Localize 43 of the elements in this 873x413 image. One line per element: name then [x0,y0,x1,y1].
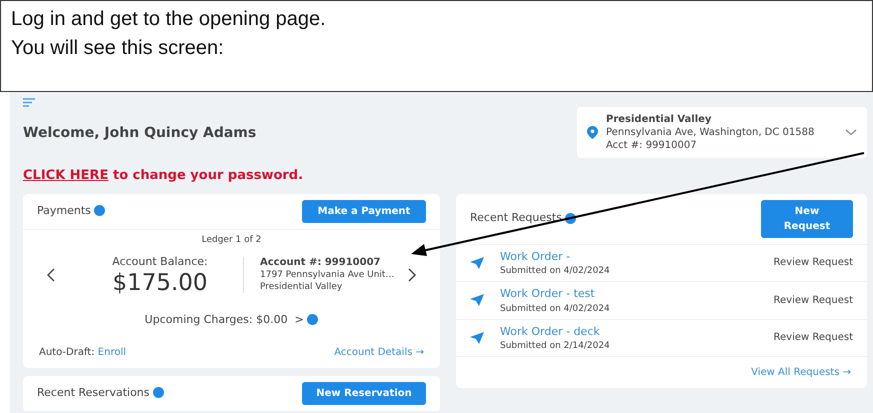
request-date: Submitted on 4/02/2024 [500,302,611,314]
community-name: Presidential Valley [260,280,344,293]
review-request-link[interactable]: Review Request [774,330,853,346]
account-number: Acct #: 99910007 [606,139,698,152]
view-all-requests-link[interactable]: View All Requests → [751,367,851,378]
balance-amount: $175.00 [111,270,209,296]
ledger-label: Ledger 1 of 2 [200,234,262,246]
card-title: Recent Reservations [37,386,150,399]
paper-plane-icon [470,256,484,269]
chevron-right-icon[interactable] [408,268,416,282]
auto-draft-label: Auto-Draft: [39,346,95,358]
request-title[interactable]: Work Order - [500,248,758,265]
location-pin-icon [587,126,598,139]
unit-address: 1797 Pennsylvania Ave Unit… [260,268,396,281]
new-reservation-button[interactable]: New Reservation [302,382,426,404]
upcoming-charges-link[interactable]: Upcoming Charges: $0.00 > [144,313,304,326]
request-date: Submitted on 4/02/2024 [500,265,611,277]
paper-plane-icon [470,294,484,306]
account-details-link[interactable]: Account Details → [334,344,424,360]
property-selector[interactable]: Presidential Valley Pennsylvania Ave, Washington, DC 01588 Acct #: 99910007 [577,107,867,158]
card-title: Payments [37,204,91,217]
make-payment-button[interactable]: Make a Payment [302,200,426,222]
new-request-button[interactable]: New Request [761,200,853,238]
password-notice-text: to change your password. [112,168,304,183]
review-request-link[interactable]: Review Request [774,255,853,270]
enroll-link[interactable]: Enroll [98,346,126,358]
change-password-link[interactable]: CLICK HERE [23,168,108,183]
welcome-heading: Welcome, John Quincy Adams [23,124,256,143]
request-title[interactable]: Work Order - test [500,286,758,302]
menu-icon[interactable] [23,98,35,107]
paper-plane-icon [470,332,484,344]
balance-label: Account Balance: [111,254,209,270]
property-name: Presidential Valley [606,113,712,126]
instruction-text: Log in and get to the opening page. [11,7,327,32]
chevron-down-icon [845,129,857,136]
request-date: Submitted on 2/14/2024 [500,340,611,352]
property-address: Pennsylvania Ave, Washington, DC 01588 [606,126,816,139]
card-title: Recent Requests [470,211,562,224]
request-title[interactable]: Work Order - deck [500,324,758,340]
account-number: Account #: 99910007 [260,256,382,269]
review-request-link[interactable]: Review Request [774,292,853,308]
instruction-text: You will see this screen: [11,36,225,61]
chevron-left-icon[interactable] [47,268,55,282]
